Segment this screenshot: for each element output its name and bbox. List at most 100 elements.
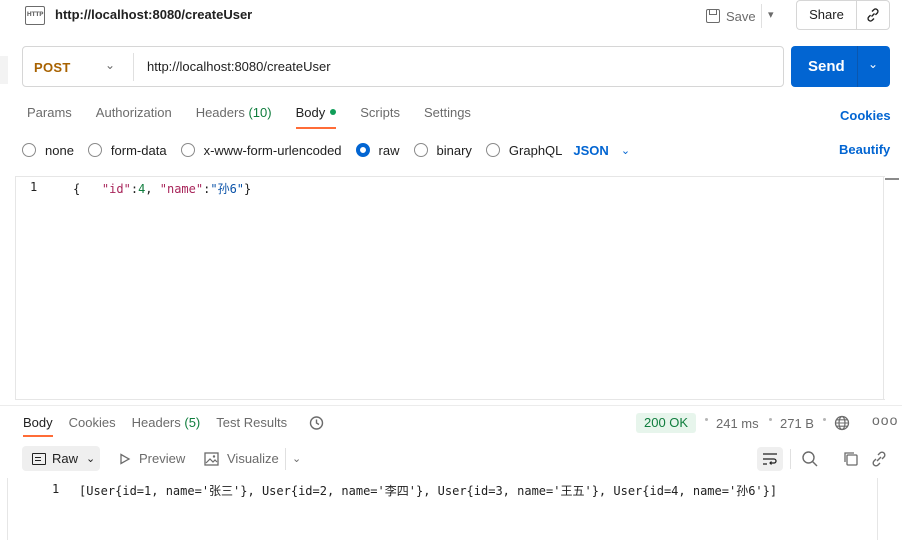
search-icon[interactable]	[801, 450, 819, 468]
radio-form-data[interactable]: form-data	[87, 142, 167, 158]
tab-label: Scripts	[360, 105, 400, 120]
cookies-link[interactable]: Cookies	[840, 108, 891, 123]
request-tabs: Params Authorization Headers (10) Body S…	[27, 105, 495, 129]
raw-format-button[interactable]: Raw ⌄	[22, 446, 100, 471]
url-input[interactable]	[147, 59, 747, 74]
radio-icon	[87, 143, 102, 157]
tab-scripts[interactable]: Scripts	[360, 105, 400, 129]
radio-binary[interactable]: binary	[413, 142, 472, 158]
editor-line-number: 1	[30, 180, 38, 194]
save-divider	[761, 4, 762, 28]
radio-icon	[22, 143, 36, 157]
radio-raw[interactable]: raw	[355, 142, 400, 158]
chevron-down-icon[interactable]: ⌄	[292, 452, 301, 465]
visualize-label: Visualize	[227, 451, 279, 466]
response-tabs: Body Cookies Headers (5) Test Results	[23, 415, 303, 437]
beautify-link[interactable]: Beautify	[839, 142, 890, 157]
image-icon	[204, 451, 219, 466]
sidebar-edge	[0, 56, 8, 84]
radio-label: raw	[378, 142, 400, 158]
code-comma: ,	[145, 182, 160, 196]
code-key-id: "id"	[101, 182, 131, 196]
radio-label: none	[45, 142, 74, 158]
play-icon	[120, 452, 131, 465]
more-options-icon[interactable]: ooo	[872, 412, 898, 428]
tab-headers[interactable]: Headers (10)	[196, 105, 272, 129]
send-divider	[857, 46, 858, 87]
radio-label: form-data	[110, 142, 167, 158]
response-scrollbar[interactable]	[877, 478, 878, 540]
preview-label: Preview	[139, 451, 186, 466]
chevron-down-icon[interactable]: ▾	[768, 8, 774, 21]
response-tab-headers[interactable]: Headers (5)	[132, 415, 201, 437]
history-icon[interactable]	[308, 415, 324, 431]
wrap-lines-button[interactable]	[757, 447, 783, 471]
chevron-down-icon[interactable]: ⌄	[868, 57, 878, 71]
meta-separator	[705, 418, 708, 421]
tab-count: (5)	[184, 415, 201, 430]
body-format-select[interactable]: JSON ⌄	[573, 143, 630, 158]
response-tab-body[interactable]: Body	[23, 415, 53, 437]
toolbar-divider	[790, 449, 791, 469]
meta-separator	[769, 418, 772, 421]
response-time[interactable]: 241 ms	[716, 416, 759, 431]
copy-icon[interactable]	[842, 450, 860, 468]
radio-checked-icon	[355, 143, 370, 157]
chevron-down-icon[interactable]: ⌄	[105, 58, 115, 72]
url-bar: POST ⌄	[22, 46, 784, 87]
code-brace: }	[244, 182, 252, 196]
radio-icon	[180, 143, 195, 157]
globe-icon[interactable]	[834, 415, 850, 431]
code-value-name: "孙6"	[210, 182, 245, 196]
tab-label: Settings	[423, 105, 471, 120]
send-button[interactable]: Send ⌄	[791, 46, 890, 87]
response-divider[interactable]	[0, 405, 902, 406]
raw-label: Raw	[52, 451, 79, 466]
editor-code-line[interactable]: { "id":4, "name":"孙6"}	[73, 180, 251, 197]
chevron-down-icon: ⌄	[86, 453, 96, 465]
modified-dot-icon	[330, 108, 337, 115]
chevron-down-icon: ⌄	[620, 144, 631, 157]
visualize-button[interactable]: Visualize	[204, 451, 279, 466]
tab-label: Headers	[131, 415, 181, 430]
title-bar: HTTP http://localhost:8080/createUser Sa…	[0, 0, 902, 32]
save-button[interactable]: Save	[706, 5, 756, 27]
http-request-icon: HTTP	[25, 6, 45, 25]
request-body-editor[interactable]	[15, 176, 885, 400]
radio-label: binary	[436, 142, 472, 158]
tab-label: Test Results	[216, 415, 288, 430]
response-tab-cookies[interactable]: Cookies	[69, 415, 116, 437]
link-icon[interactable]	[870, 450, 888, 468]
tab-label: Cookies	[68, 415, 116, 430]
meta-separator	[823, 418, 826, 421]
request-title[interactable]: http://localhost:8080/createUser	[55, 7, 252, 22]
tab-label: Authorization	[95, 105, 172, 120]
copy-link-button[interactable]	[856, 0, 890, 30]
response-tab-test-results[interactable]: Test Results	[216, 415, 287, 437]
tab-settings[interactable]: Settings	[424, 105, 471, 129]
tab-authorization[interactable]: Authorization	[96, 105, 172, 129]
radio-none[interactable]: none	[22, 143, 74, 158]
code-brace: {	[73, 182, 81, 196]
save-label: Save	[726, 8, 756, 24]
raw-icon	[32, 452, 46, 465]
tab-body[interactable]: Body	[295, 105, 337, 129]
save-icon	[706, 9, 720, 23]
wrap-icon	[763, 453, 777, 465]
radio-urlencoded[interactable]: x-www-form-urlencoded	[180, 143, 342, 158]
radio-icon	[413, 143, 428, 157]
status-badge[interactable]: 200 OK	[636, 413, 697, 433]
method-select[interactable]: POST	[34, 60, 71, 75]
radio-graphql[interactable]: GraphQL	[485, 143, 562, 158]
sidebar-edge	[0, 478, 8, 540]
scrollbar-thumb[interactable]	[885, 178, 899, 180]
share-button[interactable]: Share	[796, 0, 856, 30]
editor-scrollbar[interactable]	[883, 176, 899, 400]
body-type-options: none form-data x-www-form-urlencoded raw…	[22, 141, 630, 159]
response-body-text[interactable]: [User{id=1, name='张三'}, User{id=2, name=…	[79, 482, 777, 499]
response-size[interactable]: 271 B	[780, 416, 814, 431]
response-line-number: 1	[52, 482, 60, 496]
tab-params[interactable]: Params	[27, 105, 72, 129]
preview-button[interactable]: Preview	[119, 451, 185, 466]
code-key-name: "name"	[159, 182, 204, 196]
